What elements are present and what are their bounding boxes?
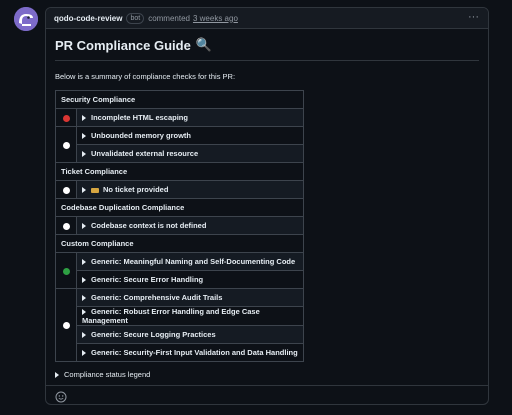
compliance-legend-toggle[interactable]: Compliance status legend bbox=[55, 370, 150, 379]
check-item[interactable]: Unbounded memory growth bbox=[76, 126, 304, 145]
check-item[interactable]: Generic: Meaningful Naming and Self-Docu… bbox=[76, 252, 304, 271]
check-item-label: Generic: Secure Error Handling bbox=[91, 275, 204, 284]
status-cell bbox=[55, 216, 77, 235]
guide-title-text: PR Compliance Guide bbox=[55, 37, 191, 53]
comment-options-icon[interactable]: ··· bbox=[468, 11, 479, 23]
check-item-label: Generic: Comprehensive Audit Trails bbox=[91, 293, 223, 302]
check-item-label: Incomplete HTML escaping bbox=[91, 113, 188, 122]
expand-triangle-icon bbox=[82, 295, 86, 302]
check-item[interactable]: Incomplete HTML escaping bbox=[76, 108, 304, 127]
expand-triangle-icon bbox=[82, 332, 86, 339]
status-white-icon bbox=[62, 186, 70, 194]
status-cell bbox=[55, 288, 77, 362]
expand-triangle-icon bbox=[82, 133, 86, 140]
status-white-icon bbox=[62, 322, 70, 330]
status-red-icon bbox=[62, 114, 70, 122]
title-divider bbox=[55, 60, 479, 61]
magnifier-icon: 🔍 bbox=[195, 37, 212, 52]
comment-action-text: commented bbox=[148, 13, 190, 23]
check-item-label: Generic: Secure Logging Practices bbox=[91, 330, 216, 339]
expand-triangle-icon bbox=[82, 350, 86, 357]
section-title-security: Security Compliance bbox=[55, 90, 304, 109]
legend-label: Compliance status legend bbox=[64, 370, 151, 379]
check-item-label: Generic: Robust Error Handling and Edge … bbox=[82, 307, 260, 325]
comment-author-link[interactable]: qodo-code-review bbox=[54, 14, 122, 23]
expand-triangle-icon bbox=[82, 115, 86, 122]
expand-triangle-icon bbox=[82, 151, 86, 158]
status-cell bbox=[55, 252, 77, 289]
check-item-label: No ticket provided bbox=[103, 185, 169, 194]
status-white-icon bbox=[62, 222, 70, 230]
summary-text: Below is a summary of compliance checks … bbox=[55, 72, 236, 81]
status-cell bbox=[55, 126, 77, 163]
section-title-custom: Custom Compliance bbox=[55, 234, 304, 253]
bot-badge: bot bbox=[126, 12, 145, 24]
add-reaction-button[interactable] bbox=[55, 390, 67, 403]
check-item-label: Unbounded memory growth bbox=[91, 131, 191, 140]
comment-card: qodo-code-review bot commented 3 weeks a… bbox=[45, 7, 489, 405]
bot-avatar[interactable] bbox=[14, 7, 38, 31]
page-title: PR Compliance Guide 🔍 bbox=[55, 37, 212, 53]
expand-triangle-icon bbox=[82, 223, 86, 230]
qodo-logo-icon bbox=[14, 7, 38, 31]
expand-triangle-icon bbox=[82, 187, 86, 194]
check-item[interactable]: Generic: Comprehensive Audit Trails bbox=[76, 288, 304, 307]
status-cell bbox=[55, 108, 77, 127]
status-white-icon bbox=[62, 141, 70, 149]
comment-timestamp-link[interactable]: 3 weeks ago bbox=[193, 14, 238, 23]
check-item-label: Codebase context is not defined bbox=[91, 221, 207, 230]
comment-header: qodo-code-review bot commented 3 weeks a… bbox=[46, 8, 488, 29]
check-item[interactable]: Codebase context is not defined bbox=[76, 216, 304, 235]
ticket-icon bbox=[91, 187, 99, 193]
check-item[interactable]: Unvalidated external resource bbox=[76, 144, 304, 163]
check-item[interactable]: Generic: Secure Logging Practices bbox=[76, 325, 304, 344]
section-title-duplication: Codebase Duplication Compliance bbox=[55, 198, 304, 217]
expand-triangle-icon bbox=[82, 259, 86, 266]
check-item[interactable]: No ticket provided bbox=[76, 180, 304, 199]
expand-triangle-icon bbox=[82, 277, 86, 284]
compliance-table: Security Compliance Incomplete HTML esca… bbox=[55, 90, 304, 362]
check-item[interactable]: Generic: Robust Error Handling and Edge … bbox=[76, 306, 304, 326]
check-item-label: Generic: Meaningful Naming and Self-Docu… bbox=[91, 257, 296, 266]
expand-triangle-icon bbox=[82, 309, 86, 316]
status-green-icon bbox=[62, 267, 70, 275]
expand-triangle-icon bbox=[55, 371, 59, 378]
footer-divider bbox=[46, 385, 488, 386]
status-cell bbox=[55, 180, 77, 199]
check-item[interactable]: Generic: Secure Error Handling bbox=[76, 270, 304, 289]
smiley-icon bbox=[55, 391, 67, 403]
section-title-ticket: Ticket Compliance bbox=[55, 162, 304, 181]
check-item-label: Unvalidated external resource bbox=[91, 149, 199, 158]
check-item-label: Generic: Security-First Input Validation… bbox=[91, 348, 298, 357]
check-item[interactable]: Generic: Security-First Input Validation… bbox=[76, 343, 304, 362]
